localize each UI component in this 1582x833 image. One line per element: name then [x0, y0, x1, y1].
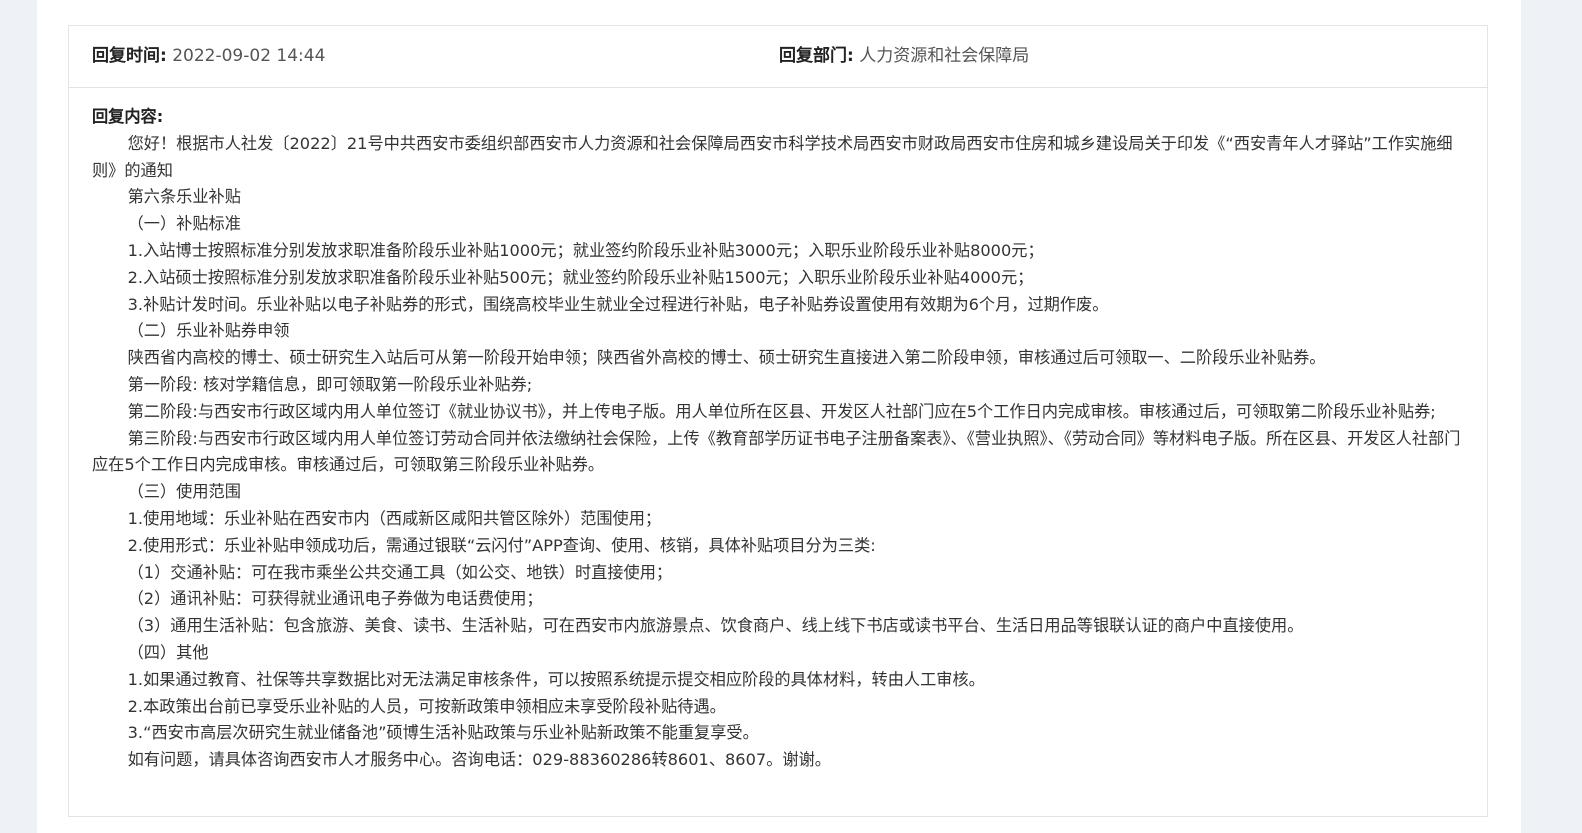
reply-paragraph: 第一阶段: 核对学籍信息，即可领取第一阶段乐业补贴券;	[127, 374, 533, 394]
page-container: 回复时间: 2022-09-02 14:44 回复部门: 人力资源和社会保障局 …	[37, 0, 1521, 833]
reply-paragraph: 3.补贴计发时间。乐业补贴以电子补贴券的形式，围绕高校毕业生就业全过程进行补贴，…	[127, 294, 1109, 314]
reply-paragraph: 如有问题，请具体咨询西安市人才服务中心。咨询电话：029-88360286转86…	[127, 750, 831, 770]
reply-paragraph: （二）乐业补贴券申领	[127, 321, 290, 341]
reply-time: 回复时间: 2022-09-02 14:44	[92, 26, 325, 87]
reply-paragraph: （2）通讯补贴：可获得就业通讯电子券做为电话费使用；	[127, 589, 543, 609]
reply-content-label: 回复内容:	[92, 107, 164, 126]
reply-paragraph: （1）交通补贴：可在我市乘坐公共交通工具（如公交、地铁）时直接使用；	[127, 562, 673, 582]
reply-meta-row: 回复时间: 2022-09-02 14:44 回复部门: 人力资源和社会保障局	[69, 26, 1487, 88]
reply-paragraph: 您好！根据市人社发〔2022〕21号中共西安市委组织部西安市人力资源和社会保障局…	[92, 133, 1453, 180]
reply-paragraph: （3）通用生活补贴：包含旅游、美食、读书、生活补贴，可在西安市内旅游景点、饮食商…	[127, 616, 1304, 636]
reply-time-value: 2022-09-02 14:44	[172, 46, 326, 66]
reply-department-value: 人力资源和社会保障局	[859, 46, 1030, 66]
reply-paragraph: （一）补贴标准	[127, 214, 241, 234]
reply-paragraph: 1.使用地域：乐业补贴在西安市内（西咸新区咸阳共管区除外）范围使用；	[127, 508, 662, 528]
reply-paragraph: 2.使用形式：乐业补贴申领成功后，需通过银联“云闪付”APP查询、使用、核销，具…	[127, 535, 876, 555]
reply-panel: 回复时间: 2022-09-02 14:44 回复部门: 人力资源和社会保障局 …	[68, 25, 1488, 817]
reply-department-label: 回复部门:	[779, 46, 854, 66]
reply-paragraph: 1.如果通过教育、社保等共享数据比对无法满足审核条件，可以按照系统提示提交相应阶…	[127, 669, 985, 689]
reply-paragraph: （三）使用范围	[127, 482, 241, 502]
reply-paragraph: 陕西省内高校的博士、硕士研究生入站后可从第一阶段开始申领；陕西省外高校的博士、硕…	[127, 348, 1326, 368]
reply-paragraph: 3.“西安市高层次研究生就业储备池”硕博生活补贴政策与乐业补贴新政策不能重复享受…	[127, 723, 759, 743]
reply-paragraph: 第六条乐业补贴	[127, 187, 241, 207]
reply-paragraph: （四）其他	[127, 642, 209, 662]
reply-content: 回复内容: 您好！根据市人社发〔2022〕21号中共西安市委组织部西安市人力资源…	[92, 104, 1468, 774]
reply-time-label: 回复时间:	[92, 46, 167, 66]
reply-paragraph: 第三阶段:与西安市行政区域内用人单位签订劳动合同并依法缴纳社会保险，上传《教育部…	[92, 428, 1461, 475]
reply-paragraph: 2.入站硕士按照标准分别发放求职准备阶段乐业补贴500元；就业签约阶段乐业补贴1…	[127, 267, 1034, 287]
reply-paragraph: 第二阶段:与西安市行政区域内用人单位签订《就业协议书》，并上传电子版。用人单位所…	[127, 401, 1436, 421]
reply-paragraph: 2.本政策出台前已享受乐业补贴的人员，可按新政策申领相应未享受阶段补贴待遇。	[127, 696, 726, 716]
reply-paragraph: 1.入站博士按照标准分别发放求职准备阶段乐业补贴1000元；就业签约阶段乐业补贴…	[127, 240, 1044, 260]
reply-department: 回复部门: 人力资源和社会保障局	[779, 26, 1029, 87]
